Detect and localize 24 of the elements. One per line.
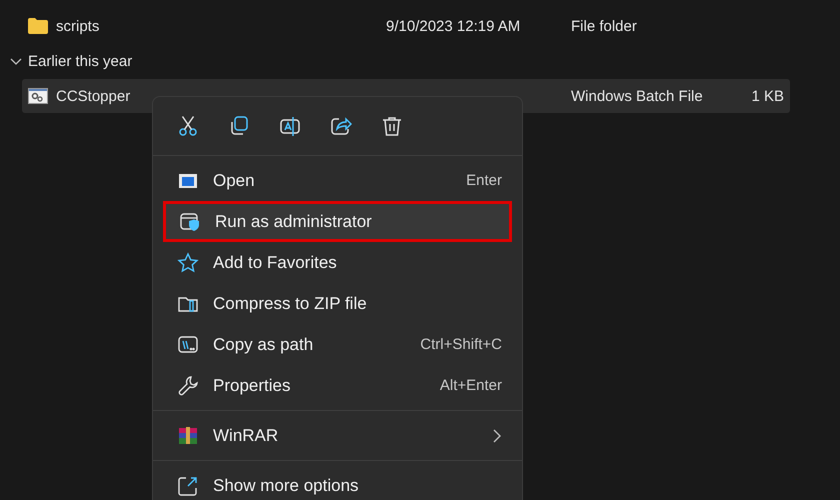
gear-file-icon (28, 88, 48, 104)
menu-item[interactable]: Properties Alt+Enter (157, 365, 518, 406)
file-type: Windows Batch File (571, 88, 704, 104)
menu-item[interactable]: WinRAR (157, 415, 518, 456)
file-name: scripts (56, 18, 100, 34)
file-row[interactable]: scripts 9/10/2023 12:19 AM File folder (22, 9, 790, 43)
menu-item[interactable]: Compress to ZIP file (157, 283, 518, 324)
expand-icon (177, 474, 199, 496)
file-name: CCStopper (56, 88, 132, 104)
shield-window-icon (179, 210, 201, 232)
group-header[interactable]: Earlier this year (28, 52, 132, 70)
books-icon (177, 424, 199, 446)
wrench-icon (177, 374, 199, 396)
menu-item[interactable]: Add to Favorites (157, 242, 518, 283)
menu-item[interactable]: Run as administrator (163, 201, 512, 242)
file-size: 1 KB (751, 88, 784, 104)
file-type: File folder (571, 18, 638, 34)
file-date: 9/10/2023 12:19 AM (386, 18, 520, 34)
star-icon (177, 252, 199, 274)
folder-icon (28, 18, 48, 34)
menu-item[interactable]: Open Enter (157, 160, 518, 201)
path-icon (177, 334, 199, 356)
menu-item[interactable]: Copy as path Ctrl+Shift+C (157, 324, 518, 365)
menu-item[interactable]: Show more options (157, 465, 518, 500)
